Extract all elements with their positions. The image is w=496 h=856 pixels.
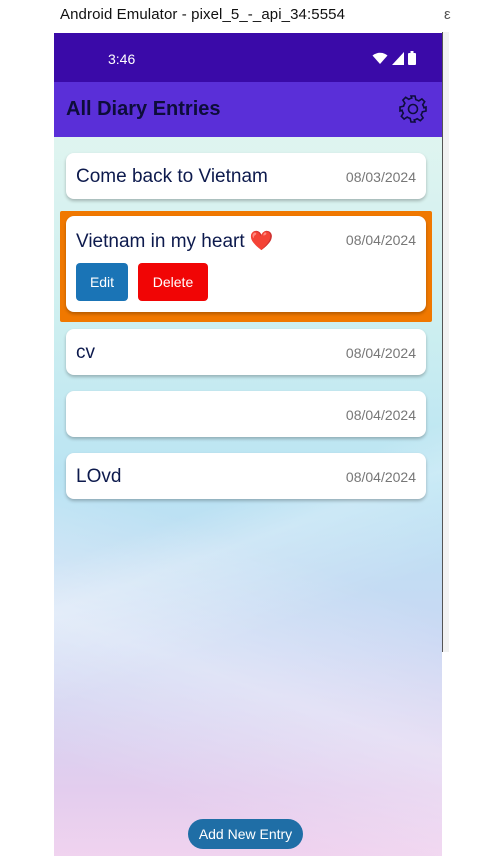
- signal-icon: [392, 51, 404, 70]
- status-time: 3:46: [108, 51, 136, 67]
- diary-entry-card[interactable]: Come back to Vietnam 08/03/2024: [66, 153, 426, 199]
- status-icons: [372, 51, 416, 70]
- entry-title: Vietnam in my heart ❤️: [76, 231, 274, 252]
- entry-title: Come back to Vietnam: [76, 166, 268, 187]
- emulator-side-edge: [442, 32, 449, 652]
- entry-date: 08/04/2024: [345, 232, 416, 248]
- add-new-entry-button[interactable]: Add New Entry: [188, 819, 303, 849]
- window-title: Android Emulator - pixel_5_-_api_34:5554: [60, 6, 346, 23]
- window-title-fragment: ε: [444, 6, 451, 23]
- entry-title: LOvd: [76, 466, 122, 487]
- entry-date: 08/04/2024: [345, 407, 416, 423]
- diary-entry-card-selected[interactable]: Vietnam in my heart ❤️ 08/04/2024 Edit D…: [66, 216, 426, 312]
- entry-date: 08/03/2024: [345, 169, 416, 185]
- entry-title: cv: [76, 342, 95, 363]
- entry-date: 08/04/2024: [345, 469, 416, 485]
- edit-button[interactable]: Edit: [76, 263, 128, 301]
- diary-entry-card[interactable]: LOvd 08/04/2024: [66, 453, 426, 499]
- page-title: All Diary Entries: [66, 98, 221, 120]
- delete-button[interactable]: Delete: [138, 263, 208, 301]
- status-bar: 3:46: [54, 33, 442, 82]
- diary-entry-card[interactable]: 08/04/2024: [66, 391, 426, 437]
- battery-icon: [408, 51, 416, 70]
- app-bar: All Diary Entries: [54, 82, 442, 137]
- entry-date: 08/04/2024: [345, 345, 416, 361]
- diary-entry-card[interactable]: cv 08/04/2024: [66, 329, 426, 375]
- phone-screen: 3:46 All Diary Entries Come back to Viet…: [54, 33, 442, 856]
- gear-icon[interactable]: [398, 94, 428, 124]
- wifi-icon: [372, 52, 388, 70]
